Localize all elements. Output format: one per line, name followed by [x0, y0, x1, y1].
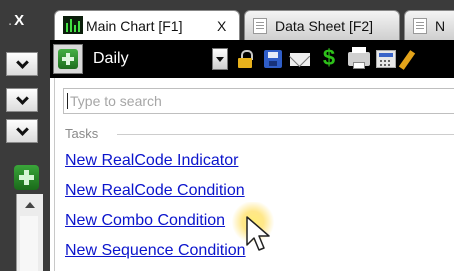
new-combo-condition-link[interactable]: New Combo Condition	[65, 212, 225, 230]
calculator-icon[interactable]	[376, 50, 396, 68]
add-button[interactable]	[53, 44, 83, 74]
tab-bar: Main Chart [F1] X Data Sheet [F2] N	[50, 0, 454, 40]
new-realcode-indicator-link[interactable]: New RealCode Indicator	[65, 152, 238, 170]
vertical-scrollbar[interactable]	[16, 194, 43, 271]
chart-toolbar: Daily $	[50, 40, 454, 78]
save-icon[interactable]	[264, 50, 282, 68]
printer-icon[interactable]	[348, 47, 370, 69]
pencil-icon[interactable]	[398, 50, 416, 70]
sheet-icon	[253, 18, 267, 34]
tab-next-label: N	[435, 18, 446, 34]
add-icon	[58, 49, 78, 69]
tasks-section-title: Tasks	[65, 126, 99, 141]
section-divider	[117, 134, 454, 135]
left-panel: .X	[0, 0, 50, 271]
dropdown-button-1[interactable]	[6, 52, 38, 76]
separator-dot: .	[8, 12, 13, 29]
tab-main-chart-label: Main Chart [F1]	[86, 18, 183, 34]
scrollbar-track[interactable]	[20, 216, 38, 271]
tab-main-chart[interactable]: Main Chart [F1] X	[54, 10, 240, 40]
app-window: .X Main Chart [F1] X Data Sheet [F2] N D…	[0, 0, 454, 271]
tab-next[interactable]: N	[404, 10, 454, 40]
new-realcode-condition-link[interactable]: New RealCode Condition	[65, 182, 245, 200]
search-box[interactable]	[63, 88, 454, 114]
mail-icon[interactable]	[290, 53, 310, 66]
dropdown-button-3[interactable]	[6, 119, 38, 143]
left-panel-close-button[interactable]: .X	[8, 12, 24, 29]
mouse-cursor-icon	[246, 216, 270, 251]
period-select-value[interactable]: Daily	[93, 50, 129, 68]
sheet-icon	[413, 18, 427, 34]
lock-icon[interactable]	[236, 50, 254, 68]
new-sequence-condition-link[interactable]: New Sequence Condition	[65, 242, 246, 260]
scroll-up-icon[interactable]	[25, 202, 35, 208]
text-caret	[67, 93, 68, 109]
dropdown-button-2[interactable]	[6, 88, 38, 112]
tab-data-sheet-label: Data Sheet [F2]	[275, 18, 374, 34]
tab-close-button[interactable]: X	[217, 18, 226, 34]
period-dropdown-button[interactable]	[212, 48, 228, 70]
search-input[interactable]	[70, 92, 440, 110]
chart-icon	[63, 16, 83, 34]
tab-data-sheet[interactable]: Data Sheet [F2]	[244, 10, 400, 40]
left-panel-close-label: X	[14, 12, 25, 29]
dollar-icon[interactable]: $	[320, 46, 338, 70]
add-icon[interactable]	[14, 165, 39, 190]
